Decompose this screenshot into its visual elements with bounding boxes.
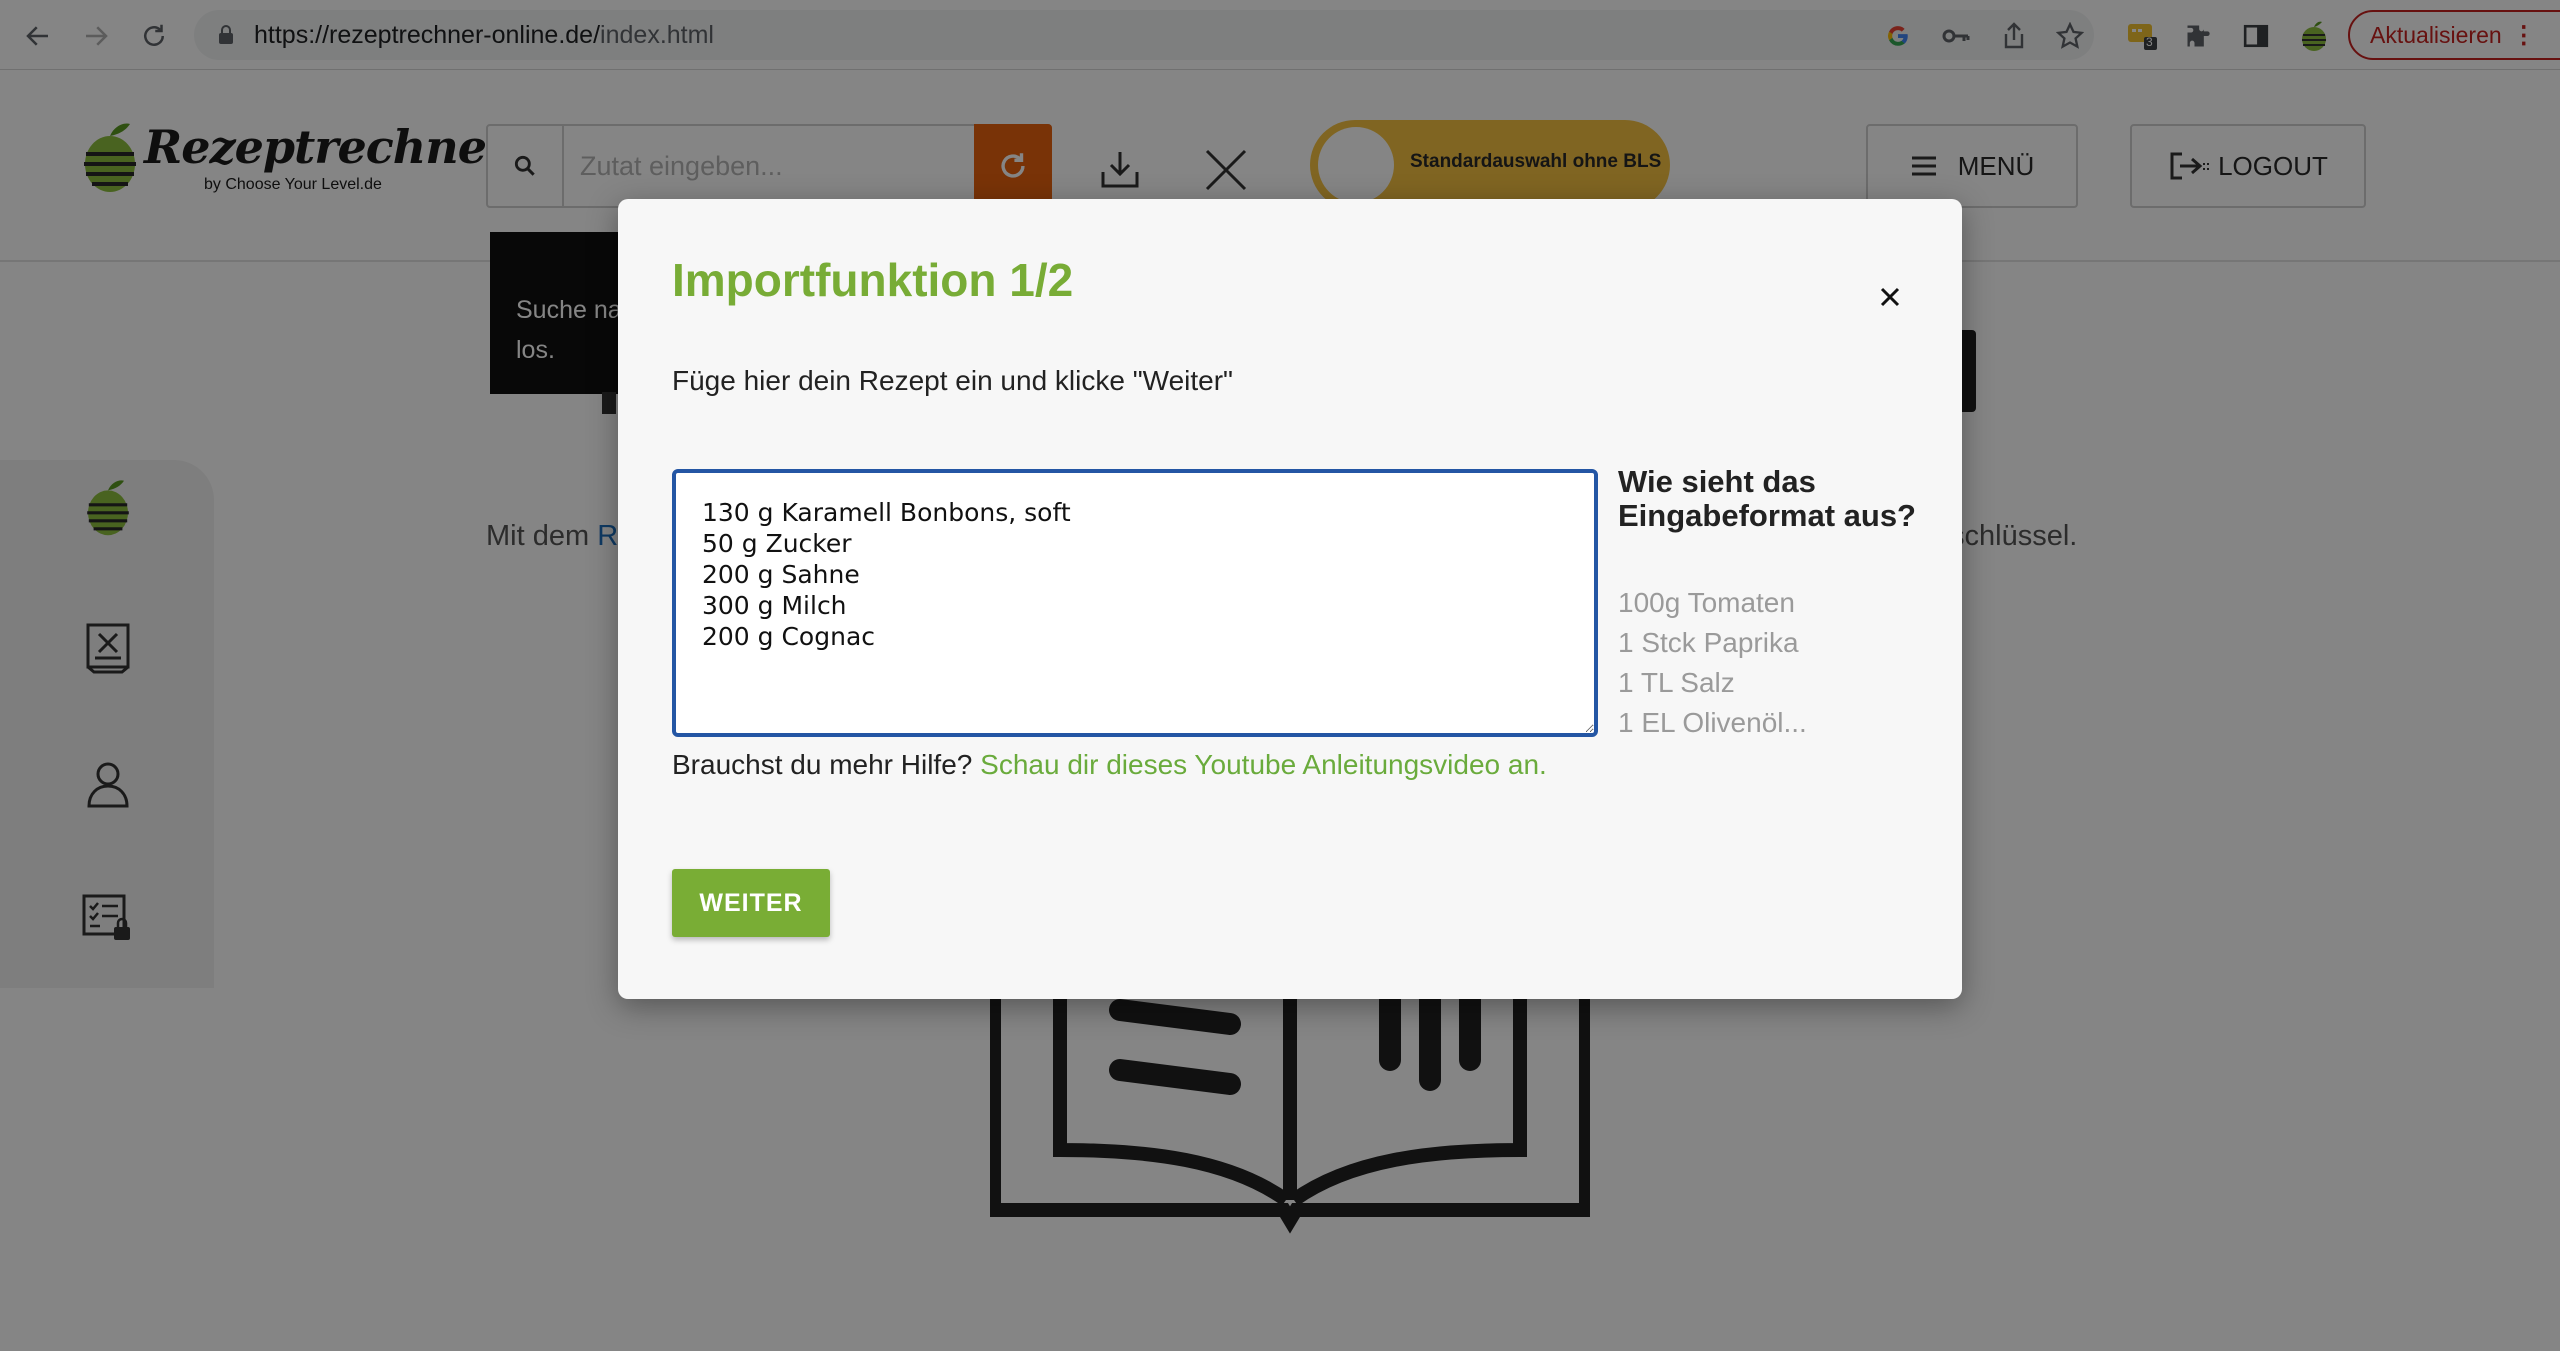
format-example: 1 EL Olivenöl... (1618, 707, 1807, 738)
youtube-help-link[interactable]: Schau dir dieses Youtube Anleitungsvideo… (980, 749, 1547, 780)
modal-instruction: Füge hier dein Rezept ein und klicke "We… (672, 365, 1233, 396)
format-examples: 100g Tomaten 1 Stck Paprika 1 TL Salz 1 … (1618, 583, 1807, 743)
continue-button[interactable]: WEITER (672, 869, 830, 937)
recipe-textarea[interactable] (672, 469, 1598, 737)
format-heading: Wie sieht das Eingabeformat aus? (1618, 464, 1916, 533)
help-text: Brauchst du mehr Hilfe? Schau dir dieses… (672, 749, 1547, 780)
import-modal: Importfunktion 1/2 Füge hier dein Rezept… (618, 199, 1962, 999)
close-icon[interactable] (1870, 277, 1910, 317)
format-example: 100g Tomaten (1618, 587, 1795, 618)
modal-title: Importfunktion 1/2 (672, 254, 1074, 306)
format-example: 1 TL Salz (1618, 667, 1735, 698)
format-example: 1 Stck Paprika (1618, 627, 1799, 658)
